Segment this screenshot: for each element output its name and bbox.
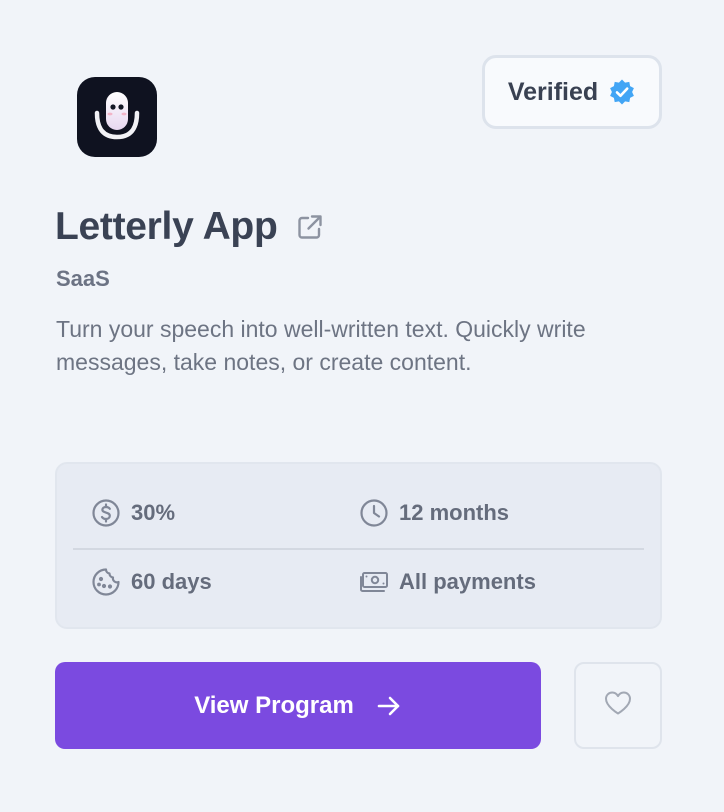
title-row: Letterly App [55,202,325,252]
cookie-value: 60 days [131,569,212,594]
verified-check-icon [608,78,636,106]
app-category: SaaS [56,266,110,291]
stat-duration: 12 months [359,498,509,528]
cookie-icon [91,567,121,597]
external-link-icon[interactable] [295,212,325,242]
arrow-right-icon [376,693,402,719]
view-program-label: View Program [194,691,354,719]
view-program-button[interactable]: View Program [55,662,541,749]
app-title: Letterly App [55,205,278,248]
commission-value: 30% [131,500,176,525]
verified-badge: Verified [482,55,662,129]
duration-value: 12 months [399,500,510,525]
cash-icon [359,567,389,597]
stat-payments: All payments [359,567,536,597]
dollar-icon [91,498,121,528]
clock-icon [359,498,389,528]
verified-label: Verified [507,77,599,106]
favorite-button[interactable] [574,662,662,749]
stats-divider [73,548,644,550]
stat-commission: 30% [91,498,175,528]
stat-cookie: 60 days [91,567,212,597]
heart-icon [603,689,633,722]
app-logo [77,77,157,157]
program-stats: 30% 12 months 60 days All payments [55,462,662,629]
payments-value: All payments [399,569,536,594]
app-description: Turn your speech into well-written text.… [56,316,586,375]
